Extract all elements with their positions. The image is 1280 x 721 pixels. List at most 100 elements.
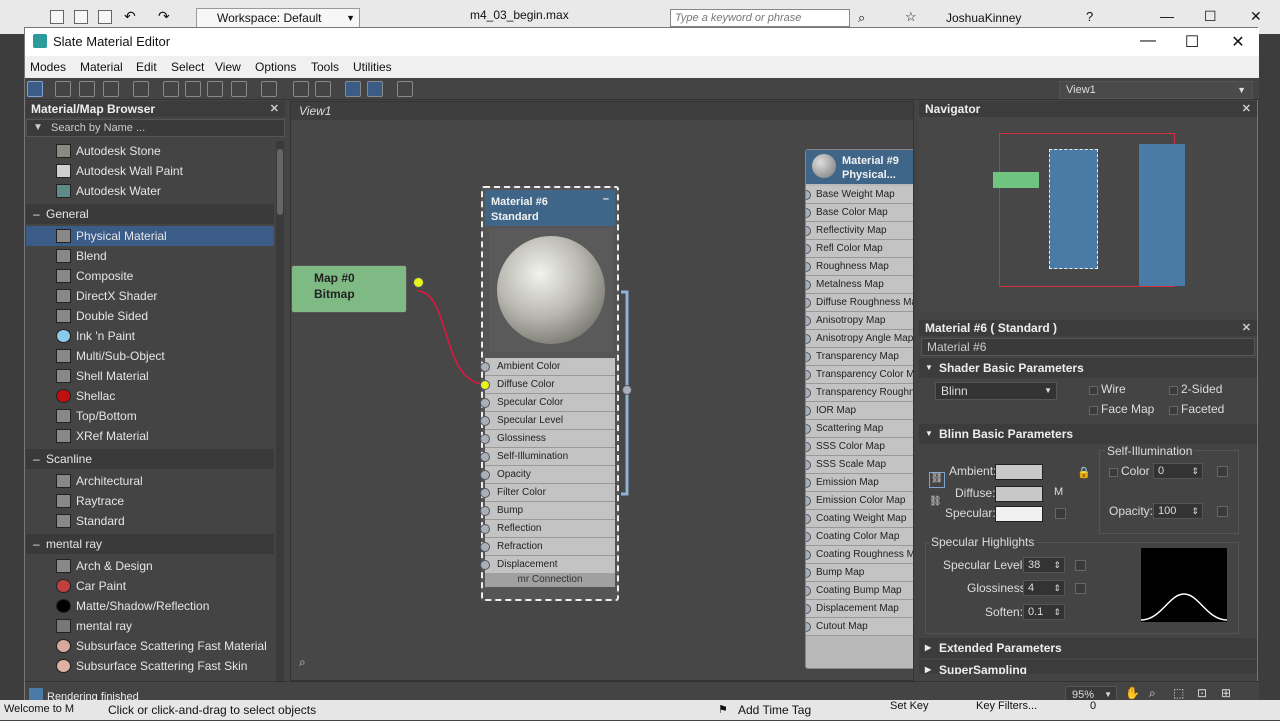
wire-checkbox[interactable] [1089, 386, 1098, 395]
host-minimize-button[interactable]: — [1160, 8, 1174, 24]
slot-emission-map[interactable]: Emission Map [806, 474, 913, 492]
slot-glossiness[interactable]: Glossiness [480, 430, 615, 448]
faceted-checkbox[interactable] [1169, 406, 1178, 415]
input-socket[interactable] [806, 442, 811, 452]
slot-coating-roughness-map[interactable]: Coating Roughness Map [806, 546, 913, 564]
input-socket[interactable] [480, 470, 490, 480]
slot-refraction[interactable]: Refraction [480, 538, 615, 556]
maximize-button[interactable]: ☐ [1177, 32, 1207, 52]
input-socket[interactable] [480, 542, 490, 552]
input-socket[interactable] [806, 208, 811, 218]
set-key-button[interactable]: Set Key [890, 700, 929, 712]
input-socket[interactable] [806, 604, 811, 614]
node-view[interactable]: View1 Map #0 Bitmap Material #6 Standard – … [290, 101, 914, 681]
two-sided-checkbox[interactable] [1169, 386, 1178, 395]
input-socket[interactable] [806, 388, 811, 398]
output-socket[interactable] [622, 385, 632, 395]
menu-options[interactable]: Options [255, 60, 296, 74]
list-item[interactable]: Arch & Design [26, 556, 274, 576]
list-item[interactable]: Standard [26, 511, 274, 531]
input-socket[interactable] [806, 244, 811, 254]
frame-field[interactable]: 0 [1090, 700, 1096, 712]
list-item[interactable]: Blend [26, 246, 274, 266]
input-socket[interactable] [806, 496, 811, 506]
self-illum-map-button[interactable] [1217, 466, 1228, 477]
input-socket[interactable] [480, 452, 490, 462]
menu-utilities[interactable]: Utilities [353, 60, 392, 74]
input-socket[interactable] [480, 380, 490, 390]
input-socket[interactable] [480, 362, 490, 372]
glossiness-spinner[interactable]: 4 [1023, 580, 1065, 596]
save-file-icon[interactable] [98, 10, 112, 24]
add-time-tag[interactable]: Add Time Tag [738, 703, 811, 717]
zoom-icon[interactable]: ⌕ [1149, 686, 1156, 701]
slot-base-color-map[interactable]: Base Color Map [806, 204, 913, 222]
dropdown-arrow-icon[interactable]: ▼ [33, 120, 43, 136]
list-item[interactable]: Double Sided [26, 306, 274, 326]
slot-ambient-color[interactable]: Ambient Color [480, 358, 615, 376]
slot-bump-map[interactable]: Bump Map [806, 564, 913, 582]
material-name-field[interactable]: Material #6 [921, 338, 1255, 356]
slot-displacement-map[interactable]: Displacement Map [806, 600, 913, 618]
material-9-node[interactable]: Material #9 Physical... Base Weight Map Ba… [805, 149, 913, 669]
list-item[interactable]: Top/Bottom [26, 406, 274, 426]
list-item[interactable]: Composite [26, 266, 274, 286]
new-file-icon[interactable] [50, 10, 64, 24]
list-item[interactable]: Multi/Sub-Object [26, 346, 274, 366]
menu-select[interactable]: Select [171, 60, 204, 74]
key-filters-button[interactable]: Key Filters... [976, 700, 1037, 712]
redo-icon[interactable]: ↷ [158, 8, 172, 24]
input-socket[interactable] [806, 190, 811, 200]
slot-base-weight-map[interactable]: Base Weight Map [806, 186, 913, 204]
list-item[interactable]: Autodesk Water [26, 181, 274, 201]
slot-scattering-map[interactable]: Scattering Map [806, 420, 913, 438]
host-close-button[interactable]: ✕ [1250, 8, 1262, 25]
opacity-map-button[interactable] [1217, 506, 1228, 517]
specular-color-swatch[interactable] [995, 506, 1043, 522]
pan-icon[interactable]: ✋ [1125, 686, 1140, 700]
input-socket[interactable] [806, 316, 811, 326]
slot-transparency-color-map[interactable]: Transparency Color Map [806, 366, 913, 384]
input-socket[interactable] [806, 568, 811, 578]
input-socket[interactable] [806, 352, 811, 362]
star-icon[interactable]: ☆ [905, 9, 917, 25]
input-socket[interactable] [806, 280, 811, 290]
self-illum-color-checkbox[interactable] [1109, 468, 1118, 477]
browser-search-input[interactable]: ▼ Search by Name ... [26, 119, 285, 137]
list-item[interactable]: Shellac [26, 386, 274, 406]
list-item[interactable]: Subsurface Scattering Fast Material [26, 636, 274, 656]
diffuse-color-swatch[interactable] [995, 486, 1043, 502]
specular-level-map-button[interactable] [1075, 560, 1086, 571]
specular-level-spinner[interactable]: 38 [1023, 557, 1065, 573]
show-end-result-icon[interactable] [261, 81, 277, 97]
specular-map-button[interactable] [1055, 508, 1066, 519]
input-socket[interactable] [806, 298, 811, 308]
list-item[interactable]: Raytrace [26, 491, 274, 511]
slot-bump[interactable]: Bump [480, 502, 615, 520]
input-socket[interactable] [806, 532, 811, 542]
lock-icon[interactable]: 🔒 [1077, 466, 1091, 479]
face-map-checkbox[interactable] [1089, 406, 1098, 415]
workspace-dropdown[interactable]: Workspace: Default ▼ [196, 8, 360, 28]
select-tool-icon[interactable] [27, 81, 43, 97]
slot-emission-color-map[interactable]: Emission Color Map [806, 492, 913, 510]
input-socket[interactable] [806, 406, 811, 416]
output-socket[interactable] [413, 277, 424, 288]
list-item[interactable]: Physical Material [26, 226, 274, 246]
background-icon[interactable] [231, 81, 247, 97]
slot-coating-weight-map[interactable]: Coating Weight Map [806, 510, 913, 528]
diffuse-map-button[interactable]: M [1054, 486, 1063, 498]
menu-edit[interactable]: Edit [136, 60, 157, 74]
scroll-thumb[interactable] [277, 149, 283, 215]
delete-icon[interactable] [133, 81, 149, 97]
input-socket[interactable] [806, 370, 811, 380]
input-socket[interactable] [806, 478, 811, 488]
menu-view[interactable]: View [215, 60, 241, 74]
slot-specular-color[interactable]: Specular Color [480, 394, 615, 412]
help-icon[interactable]: ? [1086, 9, 1093, 24]
slot-diffuse-color[interactable]: Diffuse Color [480, 376, 615, 394]
material-map-browser-toggle-icon[interactable] [345, 81, 361, 97]
minimize-button[interactable]: — [1133, 32, 1163, 52]
close-button[interactable]: ✕ [1223, 32, 1253, 52]
lock-link-icon[interactable]: ⛓ [929, 472, 945, 488]
